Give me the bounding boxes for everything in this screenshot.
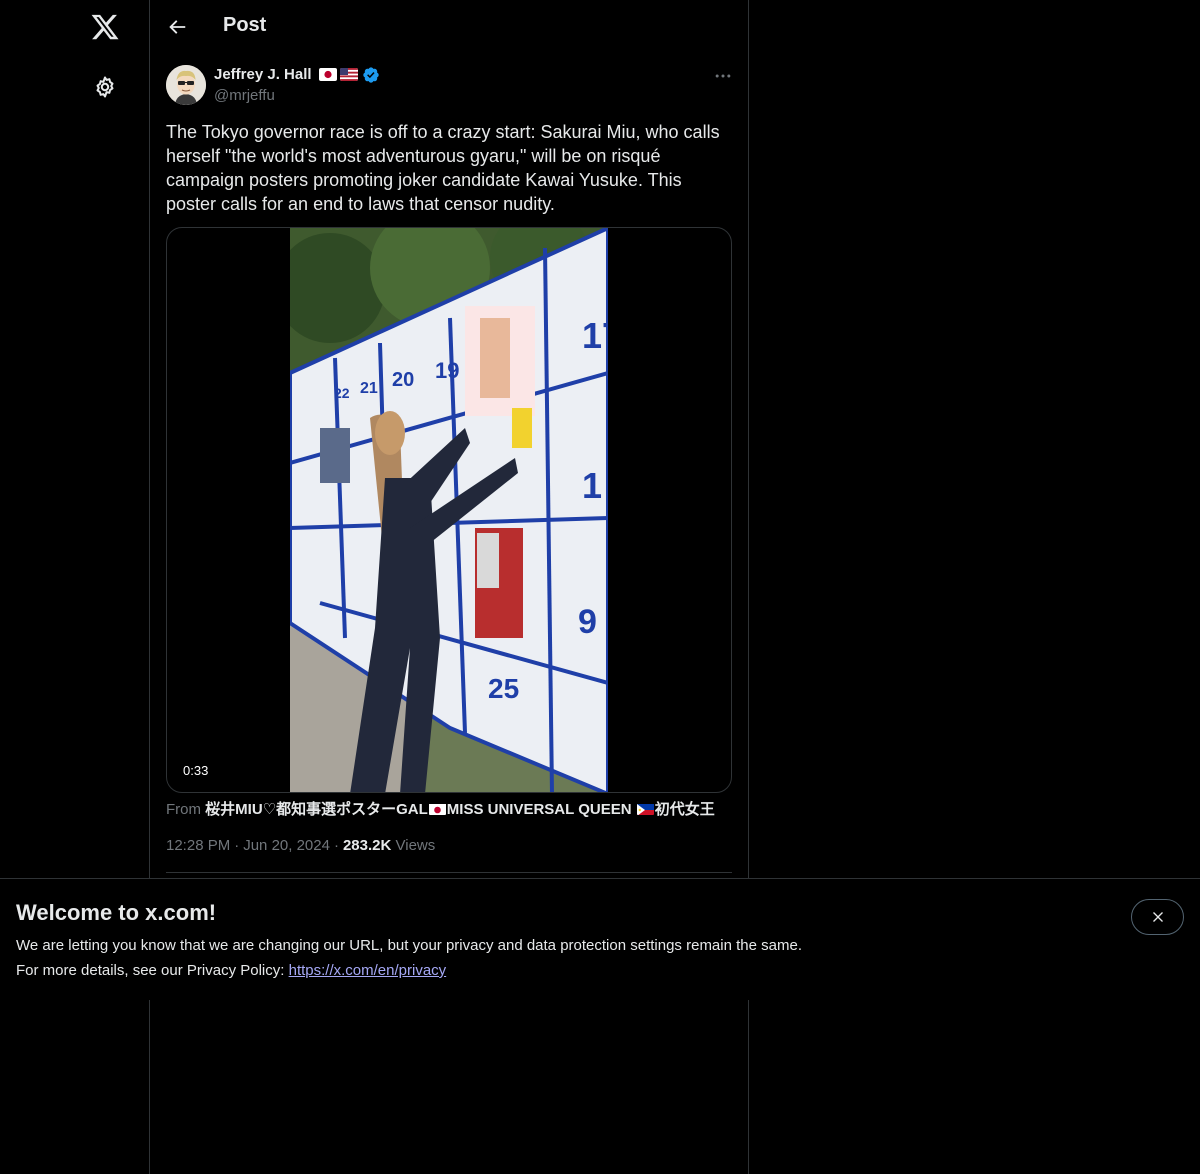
author-name[interactable]: Jeffrey J. Hall bbox=[214, 66, 312, 83]
author-handle[interactable]: @mrjeffu bbox=[214, 87, 275, 104]
privacy-policy-link[interactable]: https://x.com/en/privacy bbox=[289, 962, 447, 979]
japan-flag-icon bbox=[428, 803, 446, 815]
video-player[interactable]: 17 1 9 25 19 20 21 22 bbox=[166, 227, 732, 793]
verified-badge-icon[interactable] bbox=[362, 66, 380, 84]
post-metadata: 12:28 PM · Jun 20, 2024 · 283.2K Views bbox=[166, 837, 435, 854]
svg-text:17: 17 bbox=[582, 315, 608, 356]
banner-privacy-line: For more details, see our Privacy Policy… bbox=[16, 962, 446, 979]
source-name-part1: 桜井MIU♡都知事選ポスターGAL bbox=[205, 801, 428, 818]
more-horizontal-icon[interactable] bbox=[713, 66, 733, 86]
separator-dot: · bbox=[234, 837, 240, 854]
gear-icon[interactable] bbox=[93, 75, 117, 99]
close-banner-button[interactable] bbox=[1131, 899, 1184, 935]
philippines-flag-icon bbox=[636, 803, 654, 815]
x-logo-icon[interactable] bbox=[90, 12, 120, 42]
post-time[interactable]: 12:28 PM bbox=[166, 837, 230, 854]
separator-dot: · bbox=[333, 837, 339, 854]
source-name-part2: MISS UNIVERSAL QUEEN bbox=[446, 801, 632, 818]
usa-flag-icon bbox=[340, 68, 358, 81]
svg-text:21: 21 bbox=[360, 380, 378, 397]
url-change-banner: Welcome to x.com! We are letting you kno… bbox=[0, 878, 1200, 1000]
japan-flag-icon bbox=[319, 68, 337, 81]
svg-text:25: 25 bbox=[488, 673, 519, 704]
views-label: Views bbox=[395, 837, 436, 854]
banner-message: We are letting you know that we are chan… bbox=[16, 937, 802, 954]
post-header: Post bbox=[150, 0, 748, 54]
divider bbox=[166, 872, 732, 873]
video-source[interactable]: From 桜井MIU♡都知事選ポスターGAL MISS UNIVERSAL QUE… bbox=[166, 798, 715, 819]
banner-title: Welcome to x.com! bbox=[16, 900, 217, 925]
svg-text:22: 22 bbox=[334, 385, 350, 401]
svg-text:20: 20 bbox=[392, 369, 414, 391]
views-count: 283.2K bbox=[342, 837, 392, 854]
source-name-part3: 初代女王 bbox=[654, 801, 715, 818]
author-flags bbox=[319, 68, 358, 81]
close-icon bbox=[1152, 912, 1163, 922]
svg-text:9: 9 bbox=[578, 603, 597, 641]
arrow-left-icon[interactable] bbox=[166, 16, 188, 38]
page-title: Post bbox=[223, 14, 267, 36]
video-thumbnail[interactable]: 17 1 9 25 19 20 21 22 bbox=[290, 228, 608, 792]
source-name[interactable]: 桜井MIU♡都知事選ポスターGAL MISS UNIVERSAL QUEEN 初代… bbox=[205, 801, 715, 818]
video-duration: 0:33 bbox=[177, 760, 215, 781]
post-date[interactable]: Jun 20, 2024 bbox=[243, 837, 330, 854]
source-prefix: From bbox=[166, 801, 201, 818]
svg-text:1: 1 bbox=[582, 465, 602, 506]
banner-privacy-prefix: For more details, see our Privacy Policy… bbox=[16, 962, 285, 979]
post-text: The Tokyo governor race is off to a craz… bbox=[166, 122, 720, 214]
avatar[interactable] bbox=[166, 65, 206, 105]
svg-text:19: 19 bbox=[435, 358, 459, 383]
